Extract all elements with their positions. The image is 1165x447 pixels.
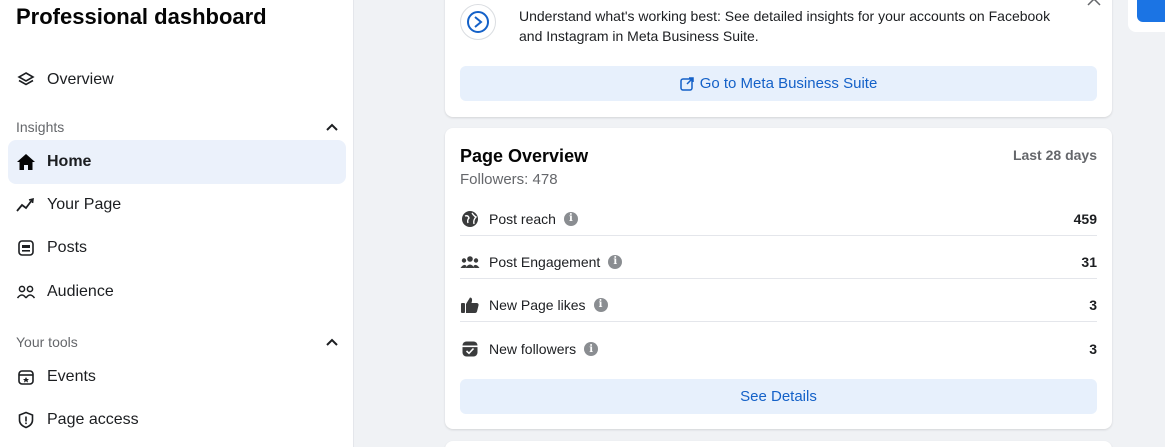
chevron-up-icon[interactable] <box>326 121 338 133</box>
button-label: See Details <box>740 388 817 405</box>
metric-row-new-page-likes: New Page likes i 3 <box>460 288 1097 322</box>
sidebar-item-overview[interactable]: Overview <box>8 58 346 102</box>
followers-icon <box>460 339 480 359</box>
thumbs-up-icon <box>460 295 480 315</box>
sidebar-item-label: Your Page <box>47 196 122 213</box>
section-label: Insights <box>16 119 65 135</box>
info-icon[interactable]: i <box>608 254 623 269</box>
sidebar-item-posts[interactable]: Posts <box>8 226 346 270</box>
sidebar-item-label: Posts <box>47 239 88 256</box>
sidebar-title: Professional dashboard <box>16 4 267 29</box>
sidebar-item-events[interactable]: Events <box>8 355 346 399</box>
home-icon <box>16 152 36 172</box>
metric-label: New followers <box>489 341 577 357</box>
date-range-label: Last 28 days <box>1012 147 1097 163</box>
audience-icon <box>16 282 36 302</box>
calendar-icon <box>16 367 36 387</box>
page-overview-card: Page Overview Followers: 478 Last 28 day… <box>445 128 1112 429</box>
info-icon[interactable]: i <box>584 342 599 356</box>
section-label: Your tools <box>16 334 78 350</box>
info-icon[interactable]: i <box>593 297 608 312</box>
sidebar-item-audience[interactable]: Audience <box>8 270 346 314</box>
followers-count: Followers: 478 <box>460 171 558 188</box>
chevron-up-icon[interactable] <box>1086 0 1102 10</box>
page-overview-title: Page Overview <box>460 146 589 166</box>
metric-value: 3 <box>1089 296 1097 313</box>
sidebar-item-home[interactable]: Home <box>8 140 346 184</box>
metric-value: 459 <box>1073 210 1097 227</box>
metric-label: New Page likes <box>489 296 586 313</box>
sidebar-item-page-access[interactable]: Page access <box>8 398 346 442</box>
sidebar-item-label: Page access <box>47 411 139 428</box>
layers-icon <box>16 70 36 90</box>
promo-text: Understand what's working best: See deta… <box>519 8 1051 44</box>
tools-section-header: Your tools <box>16 334 338 350</box>
metric-label: Post Engagement <box>489 253 601 270</box>
insights-section-header: Insights <box>16 119 338 135</box>
metric-row-post-reach: Post reach i 459 <box>460 202 1097 236</box>
posts-icon <box>16 238 36 258</box>
info-icon[interactable]: i <box>563 211 578 226</box>
external-link-icon <box>679 76 694 91</box>
metric-row-post-engagement: Post Engagement i 31 <box>460 245 1097 279</box>
trend-icon <box>16 195 36 215</box>
business-suite-promo-card: Understand what's working best: See deta… <box>445 0 1112 117</box>
metric-value: 3 <box>1089 341 1097 357</box>
sidebar-item-label: Overview <box>47 71 114 88</box>
button-label: Go to Meta Business Suite <box>699 75 878 92</box>
people-icon <box>460 252 480 272</box>
metric-label: Post reach <box>489 210 556 227</box>
see-details-button[interactable]: See Details <box>460 379 1097 414</box>
globe-icon <box>460 209 480 229</box>
chevron-up-icon[interactable] <box>326 336 338 348</box>
sidebar-item-label: Audience <box>47 283 114 300</box>
sidebar-item-label: Events <box>47 368 96 385</box>
business-suite-icon <box>460 4 496 40</box>
primary-action-button-partial[interactable] <box>1137 0 1165 22</box>
shield-icon <box>16 410 36 430</box>
go-to-business-suite-button[interactable]: Go to Meta Business Suite <box>460 66 1097 101</box>
metric-row-new-followers: New followers i 3 <box>460 332 1097 366</box>
sidebar: Professional dashboard Overview Insights… <box>0 0 354 447</box>
next-card-partial <box>445 441 1112 447</box>
sidebar-item-your-page[interactable]: Your Page <box>8 183 346 227</box>
sidebar-item-label: Home <box>47 153 92 170</box>
metric-value: 31 <box>1081 253 1097 270</box>
